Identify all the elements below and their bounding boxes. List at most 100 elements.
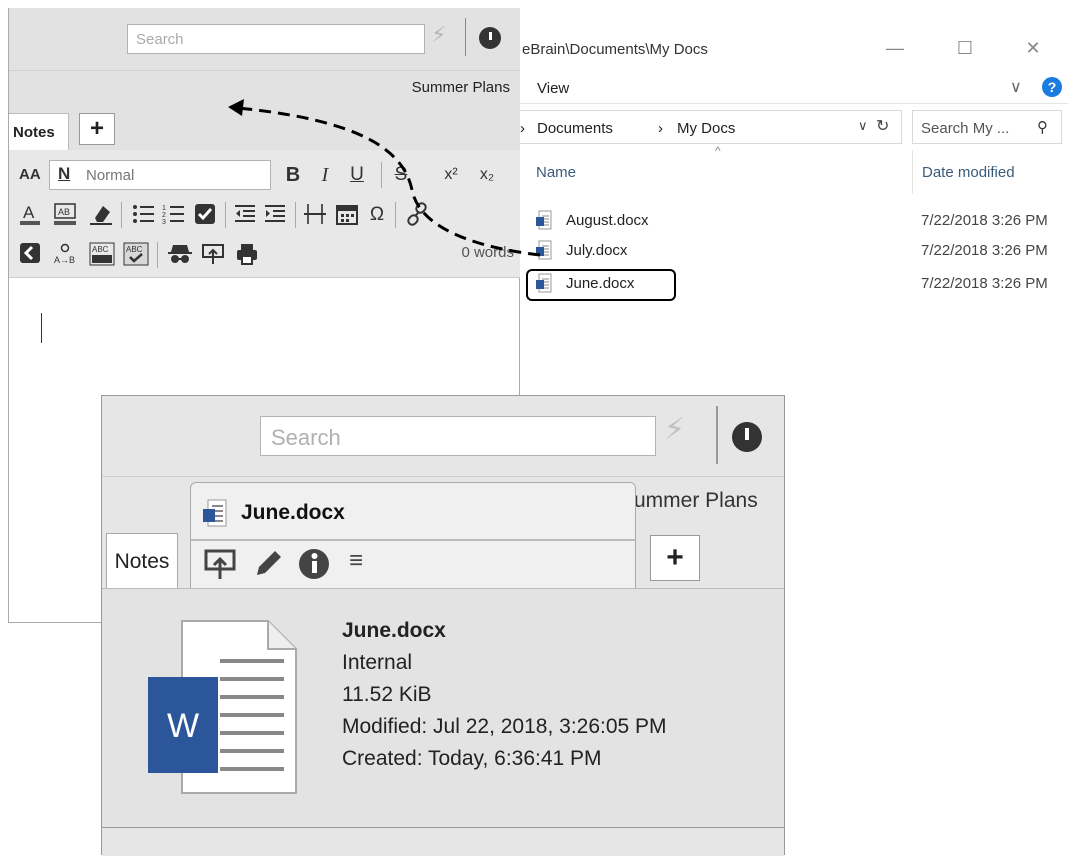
word-file-icon: [536, 210, 552, 230]
maximize-button[interactable]: ☐: [950, 36, 980, 60]
search-icon[interactable]: ⚲: [1037, 118, 1048, 136]
superscript-button[interactable]: x²: [439, 164, 463, 186]
spellcheck-language-icon[interactable]: ABC: [89, 242, 115, 266]
calendar-icon[interactable]: [335, 202, 359, 226]
help-icon[interactable]: ?: [1042, 77, 1062, 97]
present-icon[interactable]: [201, 242, 225, 266]
toolbar-divider: [381, 162, 382, 188]
address-dropdown-icon[interactable]: ∨: [858, 118, 868, 134]
italic-button[interactable]: I: [313, 164, 337, 186]
find-replace-icon[interactable]: A→B: [53, 242, 77, 266]
minimize-button[interactable]: —: [880, 36, 910, 60]
file-row[interactable]: August.docx 7/22/2018 3:26 PM: [526, 206, 1066, 236]
clock-icon[interactable]: [732, 422, 762, 452]
notes-search-input[interactable]: Search: [127, 24, 425, 54]
column-divider: [912, 150, 913, 194]
bold-button[interactable]: B: [281, 164, 305, 186]
info-icon[interactable]: [297, 547, 331, 581]
svg-text:A: A: [23, 203, 35, 222]
word-letter: W: [167, 707, 199, 745]
link-icon[interactable]: [405, 202, 429, 226]
toolbar-divider: [157, 242, 158, 268]
underline-button[interactable]: U: [345, 164, 369, 186]
file-date: 7/22/2018 3:26 PM: [921, 212, 1048, 229]
text-color-icon[interactable]: A: [19, 202, 41, 226]
collapse-toolbar-icon[interactable]: [19, 242, 41, 264]
svg-text:A→B: A→B: [54, 255, 75, 265]
checkbox-icon[interactable]: [193, 202, 217, 226]
strikethrough-button[interactable]: S: [389, 164, 413, 186]
header-divider: [465, 18, 466, 56]
breadcrumb-sep: ›: [658, 120, 663, 137]
explorer-path-title: eBrain\Documents\My Docs: [522, 41, 708, 58]
lightning-icon[interactable]: ⚡: [431, 22, 446, 48]
print-icon[interactable]: [235, 242, 259, 266]
attachment-size: 11.52 KiB: [342, 683, 432, 706]
special-character-icon[interactable]: Ω: [365, 204, 389, 226]
svg-text:ABC: ABC: [126, 245, 143, 254]
ribbon-tab-view[interactable]: View: [537, 80, 569, 97]
column-header-name[interactable]: Name: [536, 164, 576, 181]
popup-divider: [191, 539, 635, 541]
menu-icon[interactable]: ≡: [339, 547, 373, 575]
column-header-date[interactable]: Date modified: [922, 164, 1015, 181]
attachment-info: June.docx Internal 11.52 KiB Modified: J…: [342, 615, 667, 775]
word-count: 0 words: [461, 244, 514, 261]
edit-icon[interactable]: [251, 547, 285, 581]
explorer-search-placeholder: Search My ...: [921, 120, 1010, 137]
tab-notes[interactable]: Notes: [106, 533, 178, 589]
lightning-icon[interactable]: ⚡: [664, 412, 685, 447]
sort-caret-icon: ^: [715, 144, 721, 158]
attachment-info-name: June.docx: [342, 619, 446, 642]
zoom-search-placeholder: Search: [271, 425, 341, 450]
address-bar[interactable]: › Documents › My Docs ∨ ↻: [510, 110, 902, 144]
word-document-large-icon: W: [148, 620, 297, 794]
file-name: August.docx: [566, 212, 649, 229]
zoomed-attachment-view: Search ⚡ ummer Plans Notes + June.docx ≡: [101, 395, 785, 856]
expand-ribbon-icon[interactable]: ∨: [1010, 77, 1022, 97]
add-tab-button[interactable]: +: [650, 535, 700, 581]
svg-text:1: 1: [162, 205, 166, 212]
file-date: 7/22/2018 3:26 PM: [921, 242, 1048, 259]
attachment-details: W June.docx Internal 11.52 KiB Modified:…: [102, 588, 784, 828]
clock-icon[interactable]: [479, 27, 501, 49]
word-file-icon: [536, 240, 552, 260]
open-attachment-icon[interactable]: [203, 547, 237, 581]
horizontal-rule-icon[interactable]: [303, 202, 327, 226]
zoom-footer: [102, 828, 784, 856]
refresh-icon[interactable]: ↻: [876, 116, 889, 136]
toolbar-divider: [225, 202, 226, 228]
explorer-search-input[interactable]: Search My ... ⚲: [912, 110, 1062, 144]
file-row[interactable]: July.docx 7/22/2018 3:26 PM: [526, 236, 1066, 266]
attachment-popup: June.docx ≡: [190, 482, 636, 594]
attachment-name: June.docx: [241, 501, 345, 524]
tab-notes[interactable]: Notes: [9, 113, 69, 151]
word-file-icon: [203, 499, 227, 527]
numbered-list-icon[interactable]: 123: [161, 202, 185, 226]
indent-icon[interactable]: [263, 202, 287, 226]
svg-text:ABC: ABC: [92, 245, 109, 254]
font-size-icon[interactable]: AA: [19, 166, 41, 183]
file-date: 7/22/2018 3:26 PM: [921, 275, 1048, 292]
highlight-color-icon[interactable]: AB: [53, 202, 77, 226]
breadcrumb-sep: ›: [520, 120, 525, 137]
svg-text:2: 2: [162, 212, 166, 219]
notes-header: Search ⚡: [9, 8, 520, 70]
close-button[interactable]: ✕: [1018, 36, 1048, 60]
paragraph-style-select[interactable]: N Normal: [49, 160, 271, 190]
subscript-button[interactable]: x₂: [475, 164, 499, 186]
breadcrumb-my-docs[interactable]: My Docs: [677, 120, 735, 137]
zoom-search-input[interactable]: Search: [260, 416, 656, 456]
bullet-list-icon[interactable]: [131, 202, 155, 226]
toolbar-divider: [121, 202, 122, 228]
style-value: Normal: [86, 167, 135, 184]
breadcrumb-documents[interactable]: Documents: [537, 120, 613, 137]
editor-toolbar: AA N Normal B I U S x² x₂ A AB 1 2 3 Ω A…: [9, 150, 520, 278]
add-tab-button[interactable]: +: [79, 113, 115, 145]
toolbar-divider: [395, 202, 396, 228]
outdent-icon[interactable]: [233, 202, 257, 226]
spellcheck-icon[interactable]: ABC: [123, 242, 149, 266]
incognito-icon[interactable]: [167, 242, 193, 266]
clear-format-icon[interactable]: [89, 202, 113, 226]
text-cursor: [41, 313, 42, 343]
